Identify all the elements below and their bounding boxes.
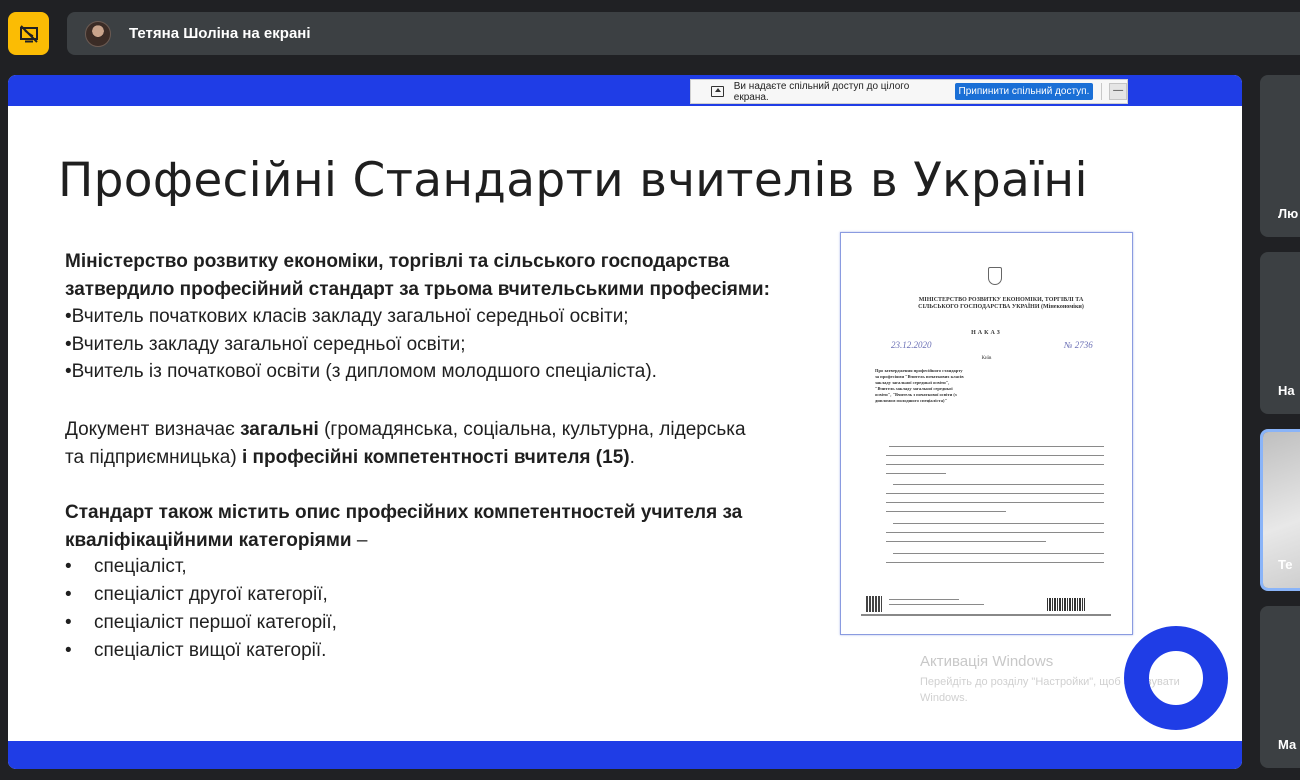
list-item: • спеціаліст вищої категорії. [65,637,337,665]
participant-tile[interactable]: Ма [1260,606,1300,768]
slide-title: Професійні Стандарти вчителів в Україні [58,153,1088,208]
participant-name: На [1278,383,1295,398]
doc-text-line [893,484,1104,486]
competence-paragraph: Документ визначає загальні (громадянська… [65,416,746,471]
stop-presenting-button[interactable] [8,12,49,55]
divider [1101,83,1103,100]
bullet: • [65,640,72,661]
slide-bottom-band [8,741,1242,769]
profession-item: •Вчитель закладу загальної середньої осв… [65,333,466,355]
trident-emblem-icon [988,267,1002,285]
participant-name: Ма [1278,737,1297,752]
participant-tile[interactable]: На [1260,252,1300,414]
presenter-bar: Тетяна Шоліна на екрані [67,12,1300,55]
minimize-button[interactable]: — [1109,83,1127,100]
doc-text-line [886,473,946,475]
standard-line-2-bold: кваліфікаційними категоріями [65,529,352,551]
standard-line-2-dash: – [351,529,368,551]
stop-sharing-button[interactable]: Припинити спільний доступ. [954,83,1094,100]
profession-item: •Вчитель початкових класів закладу загал… [65,306,629,327]
doc-subject: Про затвердження професійного стандарту … [875,368,964,403]
doc-text-line [886,455,1104,457]
doc-text-line [889,446,1104,448]
competence-text: та підприємницька) [65,446,242,468]
bullet: • [65,612,72,633]
qr-code-icon [866,596,882,612]
doc-text-line [893,523,1104,525]
participant-tile[interactable]: Лю [1260,75,1300,237]
standard-line-1: Стандарт також містить опис професійних … [65,502,743,523]
participant-tile-speaking[interactable]: Те [1260,429,1300,591]
participant-name: Те [1278,557,1293,572]
shared-screen: Ви надаєте спільний доступ до цілого екр… [8,75,1242,769]
competence-text: Документ визначає [65,419,241,440]
presenter-avatar [85,20,111,47]
list-item: • спеціаліст першої категорії, [65,609,337,637]
doc-text-line [886,511,1006,513]
share-notice-bar: Ви надаєте спільний доступ до цілого екр… [690,79,1128,104]
order-document-image: МІНІСТЕРСТВО РОЗВИТКУ ЕКОНОМІКИ, ТОРГІВЛ… [840,232,1133,635]
competence-bold: і професійні компетентності вчителя (15) [241,446,630,468]
doc-date: 23.12.2020 [891,340,932,350]
participant-name: Лю [1278,206,1299,221]
profession-item: •Вчитель із початкової освіти (з дипломо… [65,361,657,382]
share-notice-text: Ви надаєте спільний доступ до цілого екр… [733,80,910,103]
doc-order-label: НАКАЗ [971,330,1002,336]
doc-text-line [886,532,1104,534]
doc-text-line [886,541,1046,543]
present-off-icon [19,24,38,43]
doc-text-line [886,464,1104,466]
doc-text-line [893,553,1104,555]
category-list: • спеціаліст, • спеціаліст другої категорі… [65,553,337,665]
list-item: • спеціаліст другої категорії, [65,581,337,609]
doc-text-line [886,493,1104,495]
competence-text: . [629,446,635,468]
doc-city: Київ [981,356,992,361]
doc-ministry: МІНІСТЕРСТВО РОЗВИТКУ ЕКОНОМІКИ, ТОРГІВЛ… [918,297,1084,310]
intro-paragraph: Міністерство розвитку економіки, торгівл… [65,248,770,386]
blue-ring-decoration [1124,626,1228,730]
share-screen-icon [711,86,724,97]
presenter-name: Тетяна Шоліна на екрані [129,25,311,42]
intro-line-1: Міністерство розвитку економіки, торгівл… [65,251,730,272]
doc-text-line [886,562,1104,564]
competence-bold: загальні [240,419,319,440]
list-item: • спеціаліст, [65,553,337,581]
intro-line-2: затвердило професійний стандарт за трьом… [65,278,770,300]
doc-text-line [886,502,1104,504]
bullet: • [65,584,72,605]
competence-text: (громадянська, соціальна, культурна, лід… [318,419,746,440]
bullet: • [65,556,72,577]
doc-text-line [889,599,959,601]
standard-paragraph: Стандарт також містить опис професійних … [65,499,742,554]
barcode-icon [1047,598,1085,611]
doc-footer-line [861,614,1111,616]
doc-text-line [889,604,984,606]
doc-number: № 2736 [1064,340,1093,350]
